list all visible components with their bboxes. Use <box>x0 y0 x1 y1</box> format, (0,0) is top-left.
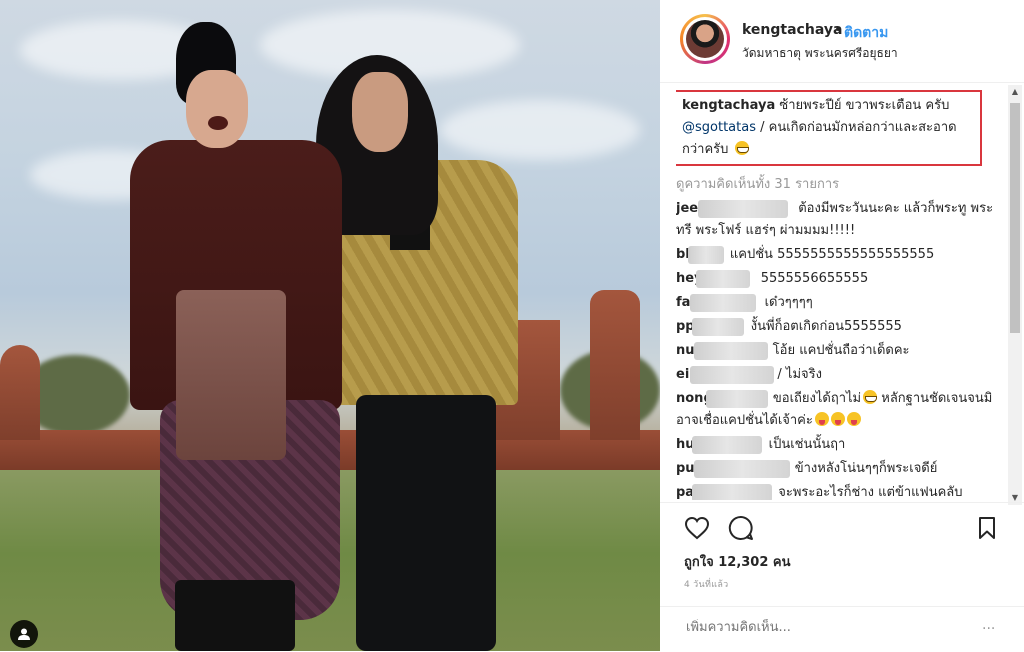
person-left-mouth <box>208 116 228 130</box>
comment-text: 5555556655555 <box>760 271 869 286</box>
comments-list[interactable]: kengtachaya ซ้ายพระปีย์ ขวาพระเตือน ครับ… <box>676 90 994 500</box>
heart-icon <box>684 516 710 540</box>
comment-item: hu เป็นเช่นนั้นฤา <box>676 434 994 456</box>
comment-username[interactable]: hey <box>676 268 757 290</box>
comment-text: โอ้ย แคปชั่นถือว่าเด็ดคะ <box>772 343 910 358</box>
person-left-face <box>186 70 248 148</box>
like-button[interactable] <box>682 513 712 543</box>
follow-button[interactable]: ติดตาม <box>844 22 888 44</box>
comment-text: จะพระอะไรก็ช่าง แต่ข้าแฟนคลับ <box>778 485 963 500</box>
comment-username[interactable]: pp <box>676 316 747 338</box>
post-header: kengtachaya • ติดตาม วัดมหาธาตุ พระนครศร… <box>660 0 1024 83</box>
comment-text: ขอเถียงได้ฤาไม่ <box>772 391 862 406</box>
comment-item: bl แคปชั่น 5555555555555555555 <box>676 244 994 266</box>
comment-item: nong ขอเถียงได้ฤาไม่ หลักฐานชัดเจนจนมิอา… <box>676 388 994 432</box>
temple-ruin <box>0 345 40 440</box>
tongue-emoji-icon <box>814 412 829 426</box>
comment-text: / ไม่จริง <box>777 367 822 382</box>
user-tag-icon <box>18 628 30 640</box>
comment-item: pp งั้นพี่ก็อตเกิดก่อน5555555 <box>676 316 994 338</box>
comment-item: pu ข้างหลังโน่นๆๆก็พระเจดีย์ <box>676 458 994 480</box>
scroll-up-arrow-icon[interactable]: ▲ <box>1008 85 1022 99</box>
avatar[interactable] <box>680 14 730 64</box>
comment-username[interactable]: hu <box>676 434 765 456</box>
comment-text: เป็นเช่นนั้นฤา <box>768 437 846 452</box>
like-count[interactable]: ถูกใจ 12,302 คน <box>684 551 791 572</box>
comment-item: nu โอ้ย แคปชั่นถือว่าเด็ดคะ <box>676 340 994 362</box>
comment-text: แคปชั่น 5555555555555555555 <box>729 247 935 262</box>
comment-username[interactable]: nong <box>676 388 769 410</box>
tongue-emoji-icon <box>846 412 861 426</box>
comment-username[interactable]: pa <box>676 482 774 500</box>
person-right-pants <box>356 395 496 651</box>
user-tag-button[interactable] <box>10 620 38 648</box>
comment-username[interactable]: fa <box>676 292 760 314</box>
comment-text: เด๋วๆๆๆๆ <box>764 295 813 310</box>
comment-item: fa เด๋วๆๆๆๆ <box>676 292 994 314</box>
caption-mention[interactable]: @sgottatas <box>682 120 756 135</box>
caption-username[interactable]: kengtachaya <box>682 98 775 113</box>
add-comment-input[interactable] <box>684 619 988 636</box>
comment-username[interactable]: jee <box>676 198 794 220</box>
comments-scrollbar[interactable]: ▲ ▼ <box>1008 85 1022 505</box>
comment-item: ei / ไม่จริง <box>676 364 994 386</box>
post-actions: ถูกใจ 12,302 คน 4 วันที่แล้ว <box>660 502 1024 623</box>
scroll-thumb[interactable] <box>1010 103 1020 333</box>
person-left-legs <box>175 580 295 651</box>
person-left-sash <box>176 290 286 460</box>
post-sidebar: kengtachaya • ติดตาม วัดมหาธาตุ พระนครศร… <box>660 0 1024 651</box>
temple-chedi <box>590 290 640 440</box>
comment-button[interactable] <box>726 513 756 543</box>
comment-text: ข้างหลังโน่นๆๆก็พระเจดีย์ <box>794 461 938 476</box>
bookmark-icon <box>979 517 995 539</box>
location-link[interactable]: วัดมหาธาตุ พระนครศรีอยุธยา <box>742 44 898 63</box>
post-timestamp[interactable]: 4 วันที่แล้ว <box>684 577 729 591</box>
username-link[interactable]: kengtachaya <box>742 22 842 38</box>
comment-username[interactable]: ei <box>676 364 774 386</box>
person-right-face <box>352 72 408 152</box>
cloud <box>440 100 640 160</box>
separator-dot: • <box>834 22 843 38</box>
save-button[interactable] <box>972 513 1002 543</box>
comment-icon <box>728 515 753 540</box>
grin-emoji-icon <box>734 141 749 155</box>
comment-item: hey 5555556655555 <box>676 268 994 290</box>
caption-highlighted: kengtachaya ซ้ายพระปีย์ ขวาพระเตือน ครับ… <box>676 90 982 166</box>
tongue-emoji-icon <box>830 412 845 426</box>
view-all-comments-link[interactable]: ดูความคิดเห็นทั้ง 31 รายการ <box>676 174 994 196</box>
avatar-image <box>686 20 724 58</box>
add-comment-bar: ... <box>660 606 1024 652</box>
comment-item: pa จะพระอะไรก็ช่าง แต่ข้าแฟนคลับ <box>676 482 994 500</box>
comment-username[interactable]: bl <box>676 244 726 266</box>
comment-username[interactable]: nu <box>676 340 769 362</box>
comment-item: jee ต้องมีพระวันนะคะ แล้วก็พระทู พระทรี … <box>676 198 994 242</box>
grin-emoji-icon <box>863 390 878 404</box>
comment-username[interactable]: pu <box>676 458 791 480</box>
post-photo[interactable] <box>0 0 660 651</box>
caption-text: ซ้ายพระปีย์ ขวาพระเตือน ครับ <box>779 98 950 113</box>
comment-text: งั้นพี่ก็อตเกิดก่อน5555555 <box>750 319 902 334</box>
more-options-button[interactable]: ... <box>982 617 995 633</box>
